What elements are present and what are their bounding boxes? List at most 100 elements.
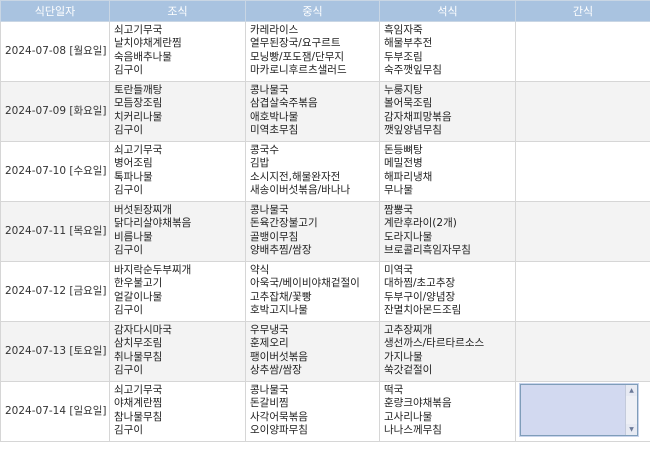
breakfast-item: 삼치무조림 [114,337,163,350]
dinner-cell: 떡국 훈량크야채볶음 고사리나물 나나스께무침 [379,381,516,442]
breakfast-item: 숙음배추나물 [114,50,172,63]
breakfast-item: 닭다리살야채볶음 [114,217,192,230]
breakfast-cell: 토란들깨탕 모듬장조림 치커리나물 김구이 [109,81,246,142]
lunch-item: 콩나물국 [250,204,289,216]
meal-date: 2024-07-09 [화요일] [0,81,110,142]
lunch-item: 돈육간장불고기 [250,217,318,230]
breakfast-cell: 감자다시마국 삼치무조림 취나물무침 김구이 [109,321,246,382]
dinner-item: 미역국 [384,264,413,276]
lunch-item: 오이양파무침 [250,424,308,437]
lunch-cell: 카레라이스 열무된장국/요구르트 모닝빵/포도잼/단무지 마카로니후르츠샐러드 [245,21,380,82]
breakfast-item: 한우불고기 [114,277,163,290]
lunch-cell: 우무냉국 훈제오리 팽이버섯볶음 상추쌈/쌈장 [245,321,380,382]
dinner-item: 고사리나물 [384,410,433,423]
meal-date: 2024-07-13 [토요일] [0,321,110,382]
breakfast-item: 김구이 [114,304,143,317]
table-row: 2024-07-13 [토요일] 감자다시마국 삼치무조림 취나물무침 김구이 우무냉국 훈… [0,321,650,382]
dinner-cell: 돈등뼈탕 메밀전병 해파리냉채 무나물 [379,141,516,202]
snack-cell [515,141,650,202]
breakfast-cell: 쇠고기무국 날치야채계란찜 숙음배추나물 김구이 [109,21,246,82]
dinner-item: 나나스께무침 [384,424,442,437]
lunch-item: 팽이버섯볶음 [250,350,308,363]
snack-textarea[interactable]: ▲ ▼ [519,383,639,437]
meal-date: 2024-07-14 [일요일] [0,381,110,442]
lunch-cell: 콩나물국 돈갈비찜 사각어묵볶음 오이양파무침 [245,381,380,442]
header-breakfast: 조식 [109,0,246,22]
breakfast-item: 토란들깨탕 [114,84,163,96]
breakfast-item: 김구이 [114,424,143,437]
meal-plan-table: 식단일자 조식 중식 석식 간식 2024-07-08 [월요일] 쇠고기무국 날치… [0,0,650,442]
lunch-cell: 콩국수 김밥 소시지전,해물완자전 새송이버섯볶음/바나나 [245,141,380,202]
lunch-item: 콩나물국 [250,384,289,396]
breakfast-item: 버섯된장찌개 [114,204,172,216]
lunch-item: 호박고지나물 [250,304,308,317]
breakfast-item: 모듬장조림 [114,97,163,110]
dinner-item: 흑임자죽 [384,24,423,36]
lunch-item: 열무된장국/요구르트 [250,37,341,50]
header-date: 식단일자 [0,0,110,22]
dinner-item: 해물부추전 [384,37,433,50]
snack-cell [515,321,650,382]
table-row: 2024-07-10 [수요일] 쇠고기무국 병어조림 톡파나물 김구이 콩국수 김밥 소시지… [0,141,650,202]
dinner-item: 돈등뼈탕 [384,144,423,156]
dinner-item: 브로콜리흑임자무침 [384,244,471,257]
dinner-item: 메밀전병 [384,157,423,170]
dinner-item: 쑥갓겉절이 [384,364,433,377]
breakfast-item: 치커리나물 [114,110,163,123]
lunch-item: 골뱅이무침 [250,230,299,243]
breakfast-item: 쇠고기무국 [114,384,163,396]
table-row: 2024-07-14 [일요일] 쇠고기무국 야채계란찜 참나물무침 김구이 콩나물국 돈갈… [0,381,650,442]
dinner-item: 짬뽕국 [384,204,413,216]
scroll-down-arrow-icon[interactable]: ▼ [626,424,637,435]
lunch-item: 우무냉국 [250,324,289,336]
meal-date: 2024-07-12 [금요일] [0,261,110,322]
header-snack: 간식 [515,0,650,22]
dinner-item: 잔멸치아몬드조림 [384,304,462,317]
table-row: 2024-07-11 [목요일] 버섯된장찌개 닭다리살야채볶음 비름나물 김구이 콩나물… [0,201,650,262]
breakfast-cell: 쇠고기무국 야채계란찜 참나물무침 김구이 [109,381,246,442]
table-row: 2024-07-08 [월요일] 쇠고기무국 날치야채계란찜 숙음배추나물 김구이 카레라… [0,21,650,82]
scroll-up-arrow-icon[interactable]: ▲ [626,385,637,396]
dinner-cell: 미역국 대하찜/초고추장 두부구이/양념장 잔멸치아몬드조림 [379,261,516,322]
snack-cell [515,261,650,322]
lunch-item: 모닝빵/포도잼/단무지 [250,50,345,63]
dinner-item: 깻잎양념무침 [384,124,442,137]
lunch-item: 훈제오리 [250,337,289,350]
dinner-item: 떡국 [384,384,404,396]
dinner-item: 생선까스/타르타르소스 [384,337,485,350]
breakfast-item: 김구이 [114,244,143,257]
dinner-item: 두부구이/양념장 [384,290,456,303]
breakfast-item: 쇠고기무국 [114,24,163,36]
meal-date: 2024-07-10 [수요일] [0,141,110,202]
lunch-item: 고추잡채/꽃빵 [250,290,312,303]
lunch-cell: 콩나물국 삼겹살숙주볶음 애호박나물 미역초무침 [245,81,380,142]
breakfast-item: 감자다시마국 [114,324,172,336]
snack-cell [515,21,650,82]
header-lunch: 중식 [245,0,380,22]
lunch-item: 새송이버섯볶음/바나나 [250,184,351,197]
lunch-item: 애호박나물 [250,110,299,123]
breakfast-item: 날치야채계란찜 [114,37,182,50]
dinner-cell: 누룽지탕 볼어묵조림 감자채피망볶음 깻잎양념무침 [379,81,516,142]
lunch-cell: 콩나물국 돈육간장불고기 골뱅이무침 양배추찜/쌈장 [245,201,380,262]
dinner-cell: 짬뽕국 계란후라이(2개) 도라지나물 브로콜리흑임자무침 [379,201,516,262]
breakfast-item: 참나물무침 [114,410,163,423]
breakfast-cell: 버섯된장찌개 닭다리살야채볶음 비름나물 김구이 [109,201,246,262]
lunch-cell: 약식 아욱국/베이비야채겉절이 고추잡채/꽃빵 호박고지나물 [245,261,380,322]
lunch-item: 아욱국/베이비야채겉절이 [250,277,360,290]
breakfast-item: 야채계란찜 [114,397,163,410]
dinner-item: 대하찜/초고추장 [384,277,456,290]
dinner-item: 누룽지탕 [384,84,423,96]
breakfast-cell: 바지락순두부찌개 한우불고기 얼갈이나물 김구이 [109,261,246,322]
breakfast-item: 비름나물 [114,230,153,243]
dinner-item: 볼어묵조림 [384,97,433,110]
header-dinner: 석식 [379,0,516,22]
lunch-item: 콩나물국 [250,84,289,96]
lunch-item: 상추쌈/쌈장 [250,364,302,377]
dinner-cell: 흑임자죽 해물부추전 두부조림 숙주깻잎무침 [379,21,516,82]
lunch-item: 양배추찜/쌈장 [250,244,312,257]
meal-date: 2024-07-11 [목요일] [0,201,110,262]
breakfast-item: 쇠고기무국 [114,144,163,156]
scrollbar[interactable]: ▲ ▼ [625,385,637,435]
lunch-item: 김밥 [250,157,270,170]
